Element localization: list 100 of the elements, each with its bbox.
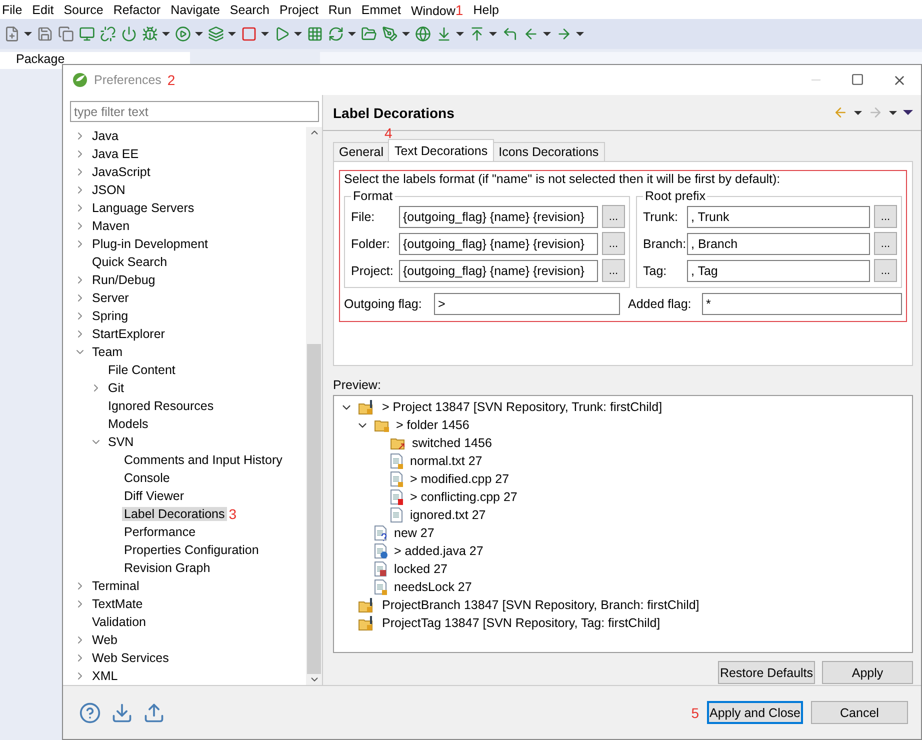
tree-item[interactable]: Team — [90, 345, 125, 359]
caret-icon[interactable] — [195, 32, 203, 36]
tree-item[interactable]: Validation — [90, 615, 148, 629]
view-tab[interactable]: Package — [16, 52, 65, 69]
tree-item[interactable]: Git — [106, 381, 126, 395]
preview-item: ProjectBranch 13847 [SVN Repository, Branch: firstChild] — [381, 598, 700, 612]
caret-icon[interactable] — [162, 32, 170, 36]
input-field[interactable]: , Branch — [687, 232, 870, 254]
tree-item[interactable]: Quick Search — [90, 255, 170, 269]
tab[interactable]: General — [333, 142, 390, 161]
power-icon[interactable] — [121, 26, 137, 42]
tab[interactable]: Text Decorations — [388, 139, 494, 161]
caret-icon[interactable] — [261, 32, 269, 36]
tree-item[interactable]: Terminal — [90, 579, 142, 593]
field-label: File: — [351, 210, 376, 224]
tree-item[interactable]: Web Services — [90, 651, 171, 665]
input-field[interactable]: * — [702, 293, 902, 315]
tree-item[interactable]: Console — [122, 471, 172, 485]
browse-button[interactable]: ... — [602, 232, 625, 255]
tree-item[interactable]: JavaScript — [90, 165, 152, 179]
tree-item[interactable]: Diff Viewer — [122, 489, 186, 503]
menu-item[interactable]: Help — [473, 2, 499, 16]
menu-item[interactable]: Emmet — [361, 2, 401, 16]
tree-item[interactable]: Models — [106, 417, 150, 431]
monitor-icon[interactable] — [79, 26, 95, 42]
menu-item[interactable]: Source — [64, 2, 104, 16]
globe-icon[interactable] — [415, 26, 431, 42]
preview-item: switched 1456 — [411, 436, 493, 450]
stop-icon[interactable] — [241, 26, 257, 42]
input-field[interactable]: > — [434, 293, 620, 315]
caret-icon[interactable] — [489, 32, 497, 36]
menu-item[interactable]: Navigate — [170, 2, 220, 16]
save-all-icon[interactable] — [58, 26, 74, 42]
menu-caret-icon[interactable] — [903, 110, 913, 115]
import-icon[interactable] — [111, 702, 133, 724]
input-field[interactable]: {outgoing_flag} {name} {revision} — [399, 232, 598, 254]
tree-item[interactable]: Plug-in Development — [90, 237, 210, 251]
caret-icon[interactable] — [348, 32, 356, 36]
browse-button[interactable]: ... — [602, 205, 625, 228]
tree-item[interactable]: Spring — [90, 309, 130, 323]
menu-item[interactable]: Window — [410, 4, 456, 18]
restore-defaults-button[interactable]: Restore Defaults — [718, 661, 815, 684]
tree-item[interactable]: File Content — [106, 363, 178, 377]
tree-item[interactable]: Java — [90, 129, 120, 143]
cancel-button[interactable]: Cancel — [811, 701, 908, 724]
maximize-icon[interactable] — [851, 72, 864, 86]
input-field[interactable]: , Tag — [687, 260, 870, 282]
unlink-icon[interactable] — [100, 26, 116, 42]
menu-item[interactable]: Refactor — [113, 2, 161, 16]
menu-item[interactable]: Project — [280, 2, 318, 16]
caret-icon[interactable] — [228, 32, 236, 36]
apply-and-close-button[interactable]: Apply and Close — [707, 701, 803, 724]
caret-icon[interactable] — [543, 32, 551, 36]
caret-icon[interactable] — [854, 110, 862, 114]
caret-icon[interactable] — [456, 32, 464, 36]
menu-item[interactable]: Search — [230, 2, 270, 16]
tree-item[interactable]: SVN — [106, 435, 136, 449]
menu-item[interactable]: Run — [328, 2, 352, 16]
tab[interactable]: Icons Decorations — [492, 142, 605, 161]
caret-icon[interactable] — [402, 32, 410, 36]
open-folder-icon[interactable] — [361, 26, 377, 42]
tree-item[interactable]: Revision Graph — [122, 561, 212, 575]
input-field[interactable]: , Trunk — [687, 206, 870, 228]
tree-item[interactable]: Language Servers — [90, 201, 196, 215]
help-icon[interactable] — [79, 702, 101, 724]
tree-item[interactable]: Comments and Input History — [122, 453, 284, 467]
export-icon[interactable] — [143, 702, 165, 724]
conflict-document-icon — [390, 489, 404, 505]
tree-item[interactable]: JSON — [90, 183, 128, 197]
caret-icon[interactable] — [576, 32, 584, 36]
tree-item[interactable]: Run/Debug — [90, 273, 158, 287]
caret-icon[interactable] — [889, 110, 897, 114]
last-edit-icon[interactable] — [502, 26, 518, 42]
scrollbar[interactable] — [306, 127, 322, 685]
tree-item[interactable]: TextMate — [90, 597, 145, 611]
browse-button[interactable]: ... — [874, 259, 897, 282]
tree-item[interactable]: Ignored Resources — [106, 399, 216, 413]
tree-item[interactable]: Maven — [90, 219, 132, 233]
menu-item[interactable]: File — [2, 2, 22, 16]
tree-item[interactable]: Java EE — [90, 147, 141, 161]
grid-icon[interactable] — [307, 26, 323, 42]
menu-item[interactable]: Edit — [32, 2, 54, 16]
apply-button[interactable]: Apply — [822, 661, 913, 684]
tree-item[interactable]: Performance — [122, 525, 198, 539]
browse-button[interactable]: ... — [874, 232, 897, 255]
filter-field[interactable]: type filter text — [70, 101, 319, 122]
browse-button[interactable]: ... — [874, 205, 897, 228]
caret-icon[interactable] — [294, 32, 302, 36]
save-icon[interactable] — [37, 26, 53, 42]
browse-button[interactable]: ... — [602, 259, 625, 282]
tree-item[interactable]: Server — [90, 291, 131, 305]
tree-item[interactable]: StartExplorer — [90, 327, 167, 341]
tree-item[interactable]: Properties Configuration — [122, 543, 261, 557]
tree-item[interactable]: Label Decorations — [122, 507, 227, 521]
input-field[interactable]: {outgoing_flag} {name} {revision} — [399, 260, 598, 282]
tree-item[interactable]: Web — [90, 633, 120, 647]
tree-item[interactable]: XML — [90, 669, 120, 683]
input-field[interactable]: {outgoing_flag} {name} {revision} — [399, 206, 598, 228]
caret-icon[interactable] — [24, 32, 32, 36]
back-icon[interactable] — [833, 105, 848, 120]
